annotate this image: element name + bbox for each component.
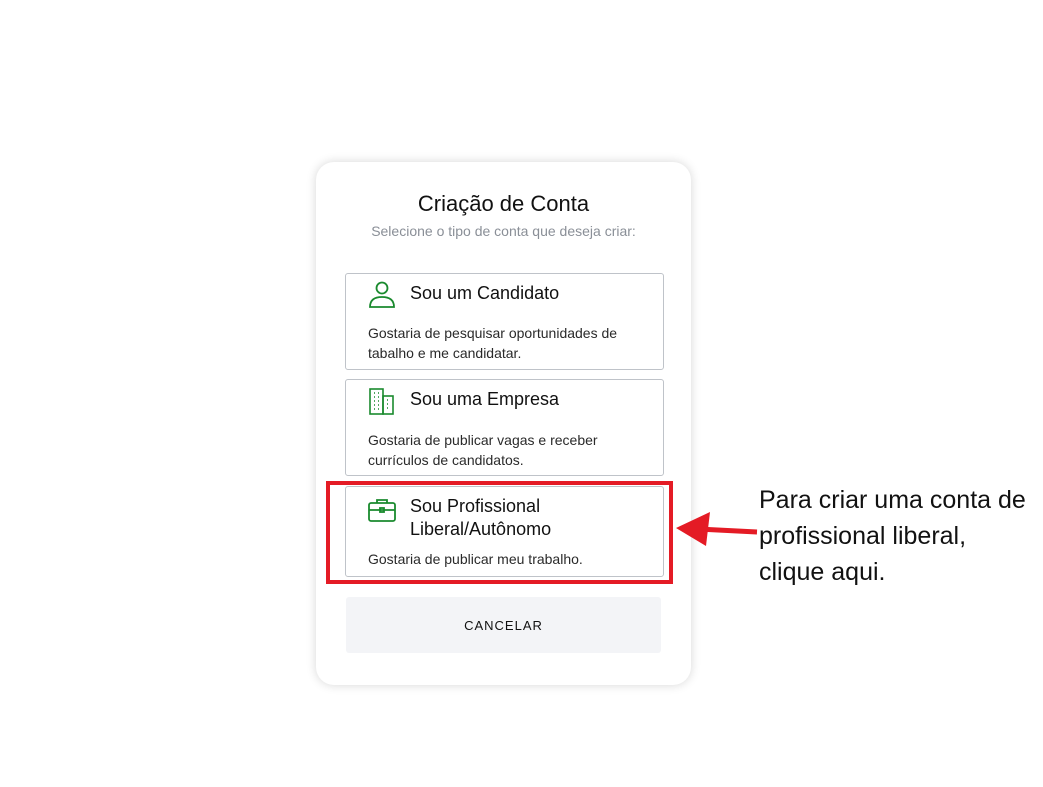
annotation-text: Para criar uma conta de profissional lib… — [759, 486, 1026, 586]
building-icon — [367, 386, 397, 416]
highlight-box — [326, 481, 673, 584]
option-candidate[interactable]: Sou um Candidato Gostaria de pesquisar o… — [345, 273, 664, 370]
option-company[interactable]: Sou uma Empresa Gostaria de publicar vag… — [345, 379, 664, 476]
option-company-description: Gostaria de publicar vagas e receber cur… — [368, 432, 598, 468]
option-candidate-description: Gostaria de pesquisar oportunidades de t… — [368, 325, 618, 361]
option-candidate-title: Sou um Candidato — [410, 283, 560, 303]
dialog-title: Criação de Conta — [417, 191, 590, 216]
dialog-subtitle: Selecione o tipo de conta que deseja cri… — [371, 223, 636, 239]
cancel-button[interactable]: CANCELAR — [346, 597, 661, 653]
person-icon — [367, 280, 397, 310]
option-company-title: Sou uma Empresa — [410, 389, 560, 409]
account-creation-dialog: Criação de Conta Selecione o tipo de con… — [316, 162, 691, 685]
